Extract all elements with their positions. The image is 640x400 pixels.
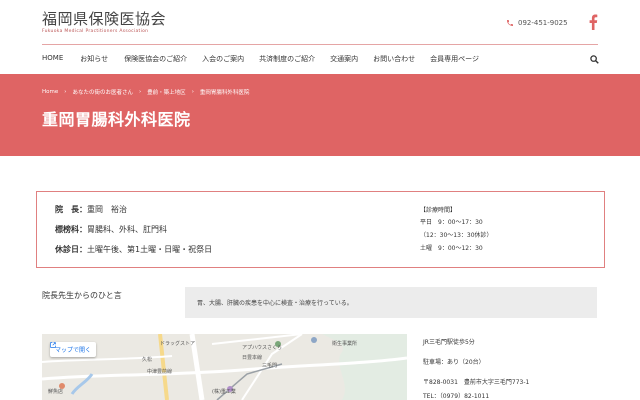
- hours-saturday: 土曜 9：00〜12：30: [420, 245, 483, 252]
- header-phone[interactable]: 092-451-9025: [506, 19, 568, 27]
- access-address: 〒828-0031 豊前市大字三毛門773-1: [423, 379, 530, 386]
- map-label-factory: (株)重工業: [212, 389, 236, 395]
- message-text: 胃、大腸、肝臓の疾患を中心に検査・治療を行っている。: [197, 300, 353, 307]
- nav-about[interactable]: 保険医協会のご紹介: [124, 54, 187, 66]
- map-label-drugstore: ドラッグストア: [160, 341, 196, 347]
- main-nav: HOME お知らせ 保険医協会のご紹介 入会のご案内 共済制度のご紹介 交通案内…: [42, 54, 479, 66]
- map-label-mikekado: 三毛門: [262, 363, 278, 369]
- nav-home[interactable]: HOME: [42, 54, 63, 66]
- breadcrumb-separator: ›: [138, 89, 142, 95]
- map-label-line: 日豊本線: [242, 355, 263, 361]
- breadcrumb: Home › あなたの街のお医者さん › 豊前・築上地区 › 重岡胃腸科外科医院: [42, 88, 249, 96]
- hours-title: 【診療時間】: [420, 207, 457, 214]
- open-map-label: マップで開く: [55, 347, 92, 354]
- map-label-fishshop: 鮮魚店: [48, 389, 64, 395]
- map-label-hisamatsu: 久松: [142, 357, 153, 363]
- embedded-map[interactable]: マップで開く ドラッグストア アプハウスさくら 衛生事業所 久松 中津豊前線 三…: [42, 334, 407, 400]
- phone-icon: [507, 20, 513, 26]
- department-row: 標榜科：胃腸科、外科、肛門科: [55, 224, 167, 235]
- facebook-icon[interactable]: [588, 14, 598, 30]
- department-label: 標榜科：: [55, 225, 87, 234]
- phone-number: 092-451-9025: [518, 19, 568, 27]
- breadcrumb-current: 重岡胃腸科外科医院: [199, 90, 250, 96]
- map-label-office: 衛生事業所: [332, 341, 358, 347]
- breadcrumb-separator: ›: [64, 89, 67, 95]
- closed-row: 休診日：土曜午後、第1土曜・日曜・祝祭日: [55, 244, 212, 255]
- closed-value: 土曜午後、第1土曜・日曜・祝祭日: [87, 245, 213, 254]
- breadcrumb-doctors[interactable]: あなたの街のお医者さん: [72, 88, 133, 96]
- director-label: 院 長：: [55, 205, 87, 214]
- message-label: 院長先生からのひと言: [42, 291, 122, 300]
- nav-divider: [42, 44, 598, 45]
- access-phone[interactable]: TEL：（0979）82-1011: [423, 391, 489, 400]
- nav-join[interactable]: 入会のご案内: [202, 54, 244, 66]
- map-label-house: アプハウスさくら: [242, 345, 283, 351]
- external-link-icon: [50, 342, 56, 348]
- hours-break: （12：30〜13：30休診）: [420, 232, 493, 239]
- breadcrumb-home[interactable]: Home: [42, 89, 58, 95]
- hours-weekday: 平日 9：00〜17：30: [420, 219, 483, 226]
- closed-label: 休診日：: [55, 245, 87, 254]
- nav-members[interactable]: 会員専用ページ: [430, 54, 479, 66]
- director-name: 重岡 裕治: [87, 205, 127, 214]
- department-value: 胃腸科、外科、肛門科: [87, 225, 167, 234]
- nav-mutual-aid[interactable]: 共済制度のご紹介: [259, 54, 315, 66]
- site-title[interactable]: 福岡県保険医協会: [42, 8, 166, 29]
- director-row: 院 長：重岡 裕治: [55, 204, 127, 215]
- breadcrumb-separator: ›: [191, 89, 194, 95]
- nav-news[interactable]: お知らせ: [80, 54, 108, 66]
- site-subtitle: Fukuoka Medical Practitioners Associatio…: [42, 29, 149, 34]
- search-icon[interactable]: [590, 55, 599, 64]
- breadcrumb-area[interactable]: 豊前・築上地区: [147, 88, 186, 96]
- page-title: 重岡胃腸科外科医院: [42, 110, 191, 129]
- nav-contact[interactable]: お問い合わせ: [373, 54, 415, 66]
- access-station: JR三毛門駅徒歩5分: [423, 339, 475, 346]
- nav-access[interactable]: 交通案内: [330, 54, 358, 66]
- map-label-route: 中津豊前線: [147, 369, 173, 375]
- access-parking: 駐車場：あり（20台）: [423, 359, 485, 366]
- open-map-button[interactable]: マップで開く: [50, 342, 97, 357]
- clinic-info-box: 院 長：重岡 裕治 標榜科：胃腸科、外科、肛門科 休診日：土曜午後、第1土曜・日…: [36, 191, 605, 268]
